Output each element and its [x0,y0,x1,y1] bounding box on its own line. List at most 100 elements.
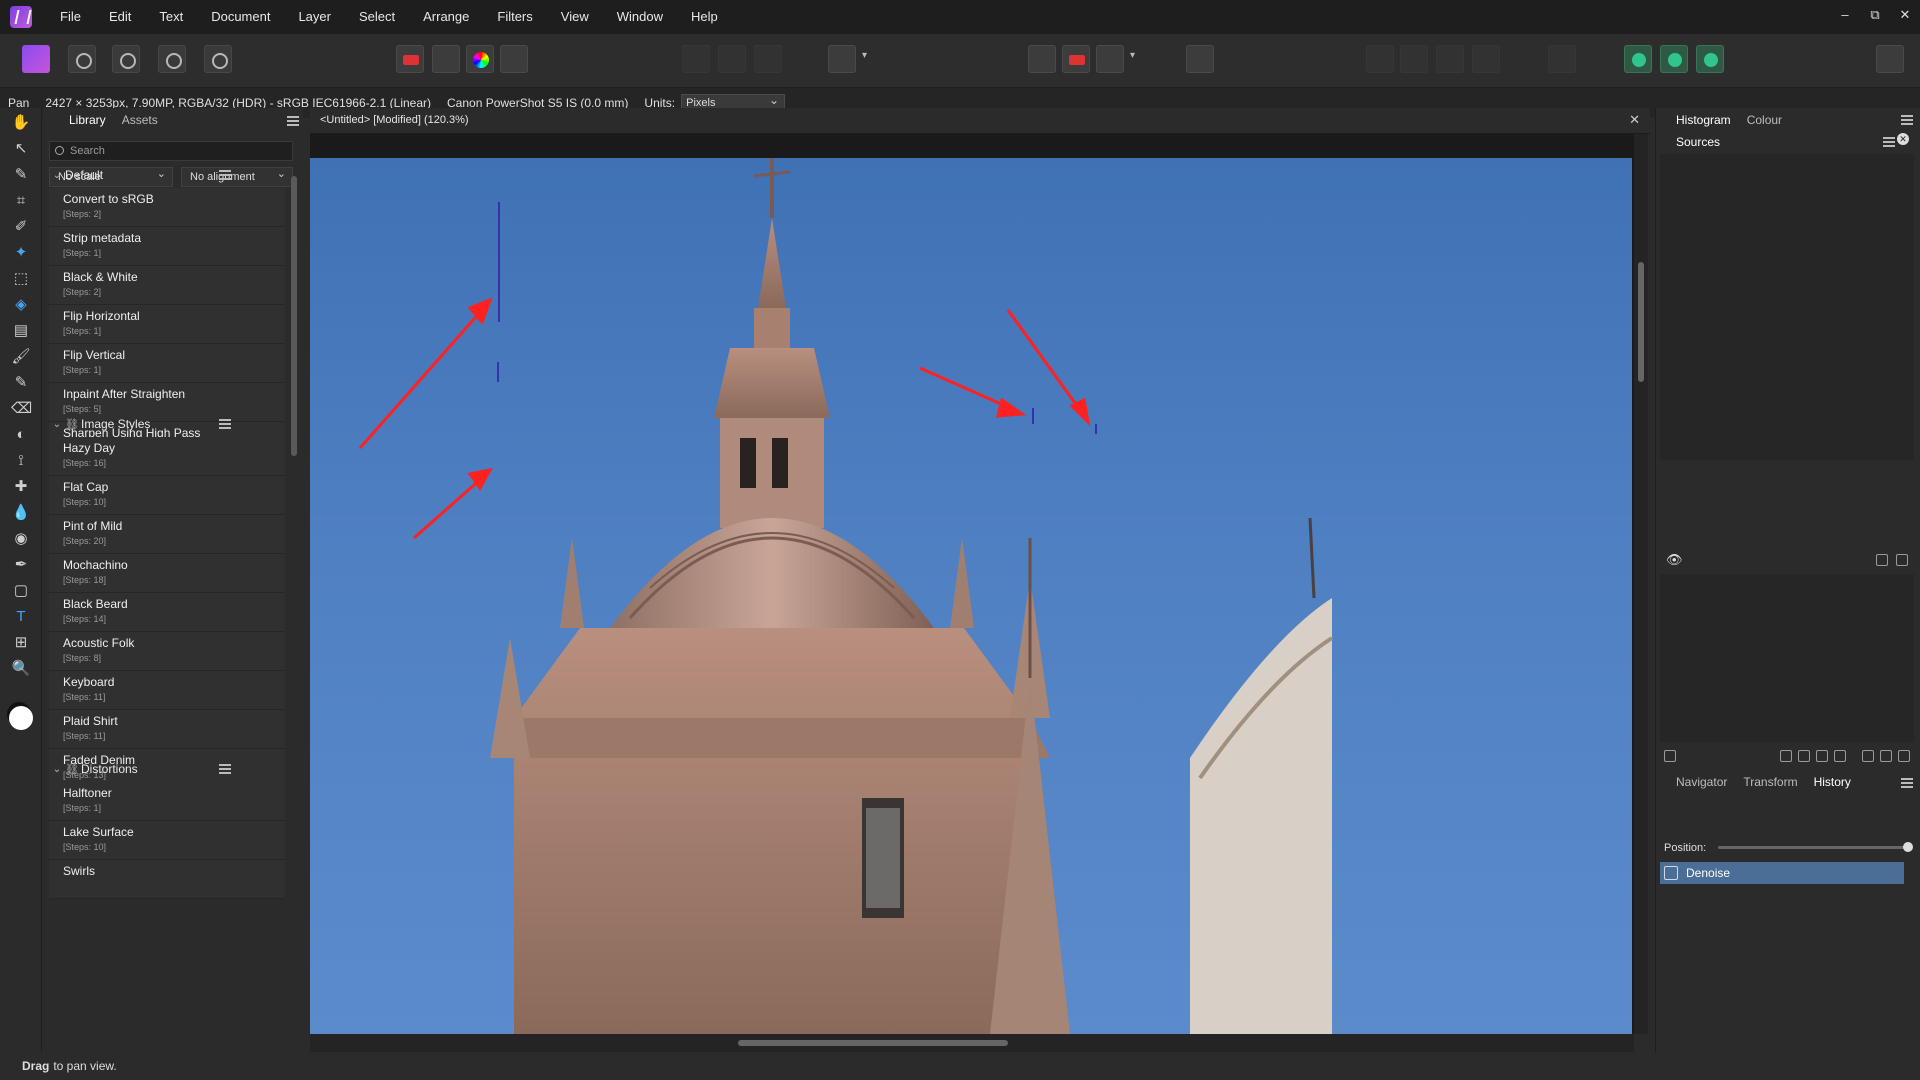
develop-persona-button[interactable] [112,45,140,73]
macro-item[interactable]: Hazy Day [Steps: 16] [49,437,285,476]
macro-group-header[interactable]: ⌄ Default [49,164,285,186]
rotate-button[interactable] [1096,45,1124,73]
studio-link-button[interactable] [1624,45,1652,73]
macro-group-header[interactable]: ⌄ ⛓ Image Styles [49,413,285,435]
macro-item[interactable]: Halftoner [Steps: 1] [49,782,285,821]
auto-colour-button[interactable] [466,45,494,73]
flood-fill-tool-icon[interactable]: ◈ [11,296,31,314]
colour-swatch[interactable] [9,706,33,730]
fx-icon[interactable] [1816,750,1828,762]
sources-close-icon[interactable]: ✕ [1897,133,1909,145]
menu-help[interactable]: Help [677,0,732,34]
macro-group-header[interactable]: ⌄ ⛓ Distortions [49,758,285,780]
minimize-button[interactable]: – [1830,0,1860,30]
macro-item[interactable]: Strip metadata [Steps: 1] [49,227,285,266]
eye-icon[interactable]: 👁 [1666,552,1683,568]
tab-library[interactable]: Library [61,113,114,127]
layer-options-icon[interactable] [1664,750,1676,762]
history-item-denoise[interactable]: Denoise [1660,862,1904,884]
pen-tool-icon[interactable]: ✒ [11,556,31,574]
photo-persona-button[interactable] [22,45,50,73]
flip-button[interactable] [1062,45,1090,73]
trash-icon[interactable] [1898,750,1910,762]
menu-window[interactable]: Window [603,0,677,34]
menu-edit[interactable]: Edit [95,0,145,34]
healing-brush-tool-icon[interactable]: ✚ [11,478,31,496]
crop-tool-icon[interactable]: ⌗ [11,192,31,210]
color-picker-tool-icon[interactable]: ✎ [11,166,31,184]
menu-document[interactable]: Document [197,0,284,34]
chevron-down-icon[interactable]: ⌄ [49,170,65,181]
liquify-persona-button[interactable] [68,45,96,73]
tab-history[interactable]: History [1806,775,1859,789]
paint-brush-tool-icon[interactable]: 🖌 [11,348,31,366]
histogram-menu-icon[interactable] [1901,115,1913,125]
add-layer-icon[interactable] [1880,750,1892,762]
zoom-tool-icon[interactable]: 🔍 [11,660,31,678]
arrange-forward-button[interactable] [1436,45,1464,73]
macro-item[interactable]: Plaid Shirt [Steps: 11] [49,710,285,749]
move-tool-icon[interactable]: ↖ [11,140,31,158]
macro-item[interactable]: Keyboard [Steps: 11] [49,671,285,710]
tab-assets[interactable]: Assets [114,113,166,127]
adjustment-icon[interactable] [1798,750,1810,762]
close-window-button[interactable]: ✕ [1890,0,1920,30]
align-button[interactable] [1028,45,1056,73]
auto-white-balance-button[interactable] [500,45,528,73]
group-menu-icon[interactable] [219,419,231,429]
workspace-button[interactable] [1660,45,1688,73]
macro-item[interactable]: Pint of Mild [Steps: 20] [49,515,285,554]
flood-select-tool-icon[interactable]: ✦ [11,244,31,262]
delete-source-icon[interactable] [1896,554,1908,566]
clone-brush-tool-icon[interactable]: ✎ [11,374,31,392]
menu-text[interactable]: Text [145,0,197,34]
select-all-button[interactable] [682,45,710,73]
tab-histogram[interactable]: Histogram [1668,113,1739,127]
menu-view[interactable]: View [547,0,603,34]
auto-contrast-button[interactable] [432,45,460,73]
history-position-slider[interactable] [1718,842,1913,852]
arrange-backward-button[interactable] [1400,45,1428,73]
close-document-icon[interactable]: ✕ [1629,112,1640,128]
group-icon[interactable] [1862,750,1874,762]
chevron-down-icon[interactable]: ⌄ [49,764,65,775]
photo-canvas[interactable] [310,158,1632,1034]
export-persona-button[interactable] [204,45,232,73]
macro-item[interactable]: Flat Cap [Steps: 10] [49,476,285,515]
macro-item[interactable]: Swirls [49,860,285,899]
canvas-horizontal-scrollbar[interactable] [310,1034,1634,1052]
menu-file[interactable]: File [46,0,95,34]
chevron-down-icon[interactable]: ⌄ [49,419,65,430]
menu-arrange[interactable]: Arrange [409,0,483,34]
tab-colour[interactable]: Colour [1739,113,1790,127]
macro-item[interactable]: Black Beard [Steps: 14] [49,593,285,632]
tab-sources[interactable]: Sources [1668,135,1728,149]
menu-filters[interactable]: Filters [483,0,546,34]
group-menu-icon[interactable] [219,170,231,180]
arrange-back-button[interactable] [1366,45,1394,73]
erase-brush-tool-icon[interactable]: ⌫ [11,400,32,418]
smudge-brush-tool-icon[interactable]: ⟟ [11,452,31,470]
tab-transform[interactable]: Transform [1735,775,1805,789]
levels-button[interactable] [396,45,424,73]
macro-item[interactable]: Flip Vertical [Steps: 1] [49,344,285,383]
document-tab[interactable]: <Untitled> [Modified] (120.3%) [320,114,469,126]
slider-knob[interactable] [1903,842,1913,852]
history-menu-icon[interactable] [1901,778,1913,788]
mask-icon[interactable] [1780,750,1792,762]
dodge-brush-tool-icon[interactable]: ◐ [11,426,31,444]
blur-brush-tool-icon[interactable]: 💧 [11,504,31,522]
macro-item[interactable]: Flip Horizontal [Steps: 1] [49,305,285,344]
rotate-dropdown-chevron-icon[interactable]: ▾ [1130,50,1135,61]
macro-item[interactable]: Acoustic Folk [Steps: 8] [49,632,285,671]
restore-button[interactable]: ⧉ [1860,0,1890,30]
macro-item[interactable]: Mochachino [Steps: 18] [49,554,285,593]
invert-selection-button[interactable] [754,45,782,73]
marquee-tool-icon[interactable]: ⬚ [11,270,31,288]
snapping-button[interactable] [1548,45,1576,73]
deselect-button[interactable] [718,45,746,73]
sync-button[interactable] [1696,45,1724,73]
add-source-icon[interactable] [1876,554,1888,566]
canvas-vertical-scrollbar[interactable] [1634,134,1648,1034]
hand-tool-icon[interactable]: ✋ [11,114,31,132]
